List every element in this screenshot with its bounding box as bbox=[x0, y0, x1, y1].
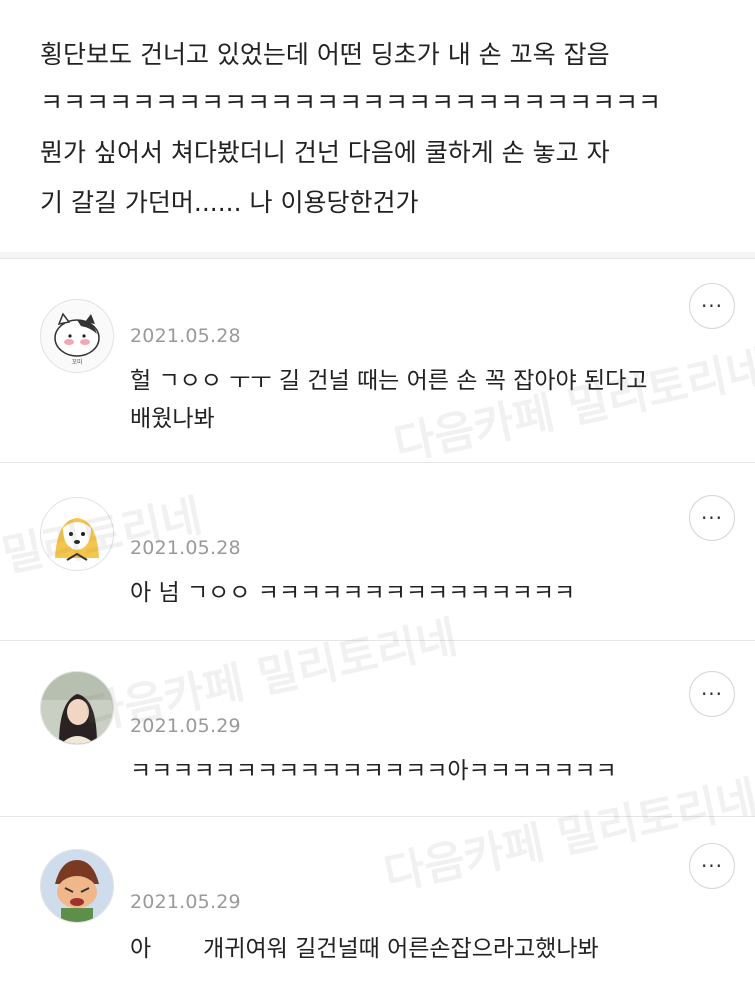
svg-text:꼬미: 꼬미 bbox=[71, 358, 82, 366]
comment-text: 아 넘 ㄱㅇㅇ ㅋㅋㅋㅋㅋㅋㅋㅋㅋㅋㅋㅋㅋㅋㅋ bbox=[130, 580, 576, 606]
more-options-button[interactable]: ··· bbox=[689, 495, 735, 541]
more-options-button[interactable]: ··· bbox=[689, 283, 735, 329]
person-photo-avatar-icon[interactable] bbox=[40, 671, 114, 745]
dog-avatar-icon[interactable] bbox=[40, 497, 114, 571]
comment-date: 2021.05.29 bbox=[130, 891, 241, 913]
more-options-button[interactable]: ··· bbox=[689, 843, 735, 889]
comment-text: 배웠나봐 bbox=[130, 406, 215, 432]
cow-cat-avatar-icon[interactable]: 꼬미 bbox=[40, 299, 114, 373]
comment-item: 2021.05.28 아 넘 ㄱㅇㅇ ㅋㅋㅋㅋㅋㅋㅋㅋㅋㅋㅋㅋㅋㅋㅋ ··· bbox=[0, 462, 755, 641]
post-line: 기 갈길 가던머...... 나 이용당한건가 bbox=[40, 188, 419, 217]
comment-text-prefix: 아 bbox=[130, 936, 152, 962]
comment-text: ㅋㅋㅋㅋㅋㅋㅋㅋㅋㅋㅋㅋㅋㅋㅋ아ㅋㅋㅋㅋㅋㅋㅋ bbox=[130, 758, 617, 784]
post-line: ㅋㅋㅋㅋㅋㅋㅋㅋㅋㅋㅋㅋㅋㅋㅋㅋㅋㅋㅋㅋㅋㅋㅋㅋㅋㅋㅋ bbox=[40, 88, 662, 117]
comment-item: 꼬미 2021.05.28 헐 ㄱㅇㅇ ㅜㅜ 길 건널 때는 어른 손 꼭 잡아… bbox=[0, 258, 755, 463]
more-options-button[interactable]: ··· bbox=[689, 671, 735, 717]
post-body: 횡단보도 건너고 있었는데 어떤 딩초가 내 손 꼬옥 잡음 ㅋㅋㅋㅋㅋㅋㅋㅋㅋ… bbox=[0, 0, 755, 252]
comment-date: 2021.05.28 bbox=[130, 537, 241, 559]
crying-character-avatar-icon[interactable] bbox=[40, 849, 114, 923]
comment-date: 2021.05.29 bbox=[130, 715, 241, 737]
comment-item: 2021.05.29 아 개귀여워 길건널때 어른손잡으라고했나봐 ··· bbox=[0, 816, 755, 983]
comment-text: 아 개귀여워 길건널때 어른손잡으라고했나봐 bbox=[130, 931, 599, 968]
comment-text-suffix: 개귀여워 길건널때 어른손잡으라고했나봐 bbox=[203, 936, 599, 962]
comment-item: 2021.05.29 ㅋㅋㅋㅋㅋㅋㅋㅋㅋㅋㅋㅋㅋㅋㅋ아ㅋㅋㅋㅋㅋㅋㅋ ··· bbox=[0, 640, 755, 817]
post-line: 횡단보도 건너고 있었는데 어떤 딩초가 내 손 꼬옥 잡음 bbox=[40, 40, 610, 69]
comment-text: 헐 ㄱㅇㅇ ㅜㅜ 길 건널 때는 어른 손 꼭 잡아야 된다고 bbox=[130, 368, 648, 394]
post-line: 뭔가 싶어서 쳐다봤더니 건넌 다음에 쿨하게 손 놓고 자 bbox=[40, 138, 610, 167]
comment-date: 2021.05.28 bbox=[130, 325, 241, 347]
